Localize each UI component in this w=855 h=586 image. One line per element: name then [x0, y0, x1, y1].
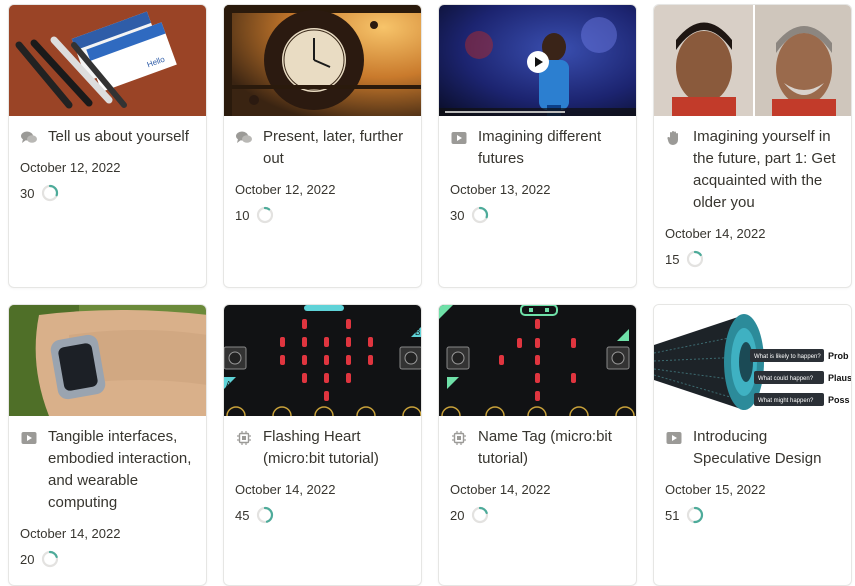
- gallery-card[interactable]: Name Tag (micro:bit tutorial) October 14…: [438, 304, 637, 586]
- progress-ring: [42, 184, 59, 202]
- gallery-card[interactable]: A B Flashing Heart (micro:bit tutorial) …: [223, 304, 422, 586]
- gallery-card[interactable]: Imagining yourself in the future, part 1…: [653, 4, 852, 288]
- card-cover-image: Hello: [9, 5, 206, 116]
- card-count: 30: [450, 207, 465, 223]
- led-light: [346, 319, 351, 329]
- progress-ring: [472, 206, 489, 224]
- card-date: October 14, 2022: [20, 526, 121, 541]
- raised-hand-icon: [665, 129, 683, 147]
- card-date: October 12, 2022: [235, 182, 336, 197]
- card-title: Tell us about yourself: [48, 128, 189, 145]
- cover-label-possible: Poss: [828, 395, 850, 405]
- card-title: Present, later, further out: [263, 128, 404, 167]
- card-title: Tangible interfaces, embodied interactio…: [48, 428, 192, 511]
- led-light: [302, 355, 307, 365]
- card-cover-image: [9, 305, 206, 416]
- card-date: October 14, 2022: [450, 482, 551, 497]
- led-light: [302, 373, 307, 383]
- led-light: [280, 337, 285, 347]
- gallery-card[interactable]: Imagining different futures October 13, …: [438, 4, 637, 288]
- card-title: Introducing Speculative Design: [693, 428, 822, 467]
- led-light: [346, 373, 351, 383]
- chat-bubbles-icon: [235, 129, 253, 147]
- progress-ring: [257, 506, 274, 524]
- card-count: 45: [235, 507, 250, 523]
- card-count: 15: [665, 251, 680, 267]
- led-light: [324, 391, 329, 401]
- video-play-icon: [20, 429, 38, 447]
- card-cover-image: [439, 305, 636, 416]
- cover-label-plausible: Plaus: [828, 373, 851, 383]
- led-light: [346, 337, 351, 347]
- card-date: October 12, 2022: [20, 160, 121, 175]
- card-date: October 14, 2022: [665, 226, 766, 241]
- card-date: October 15, 2022: [665, 482, 766, 497]
- cover-question-2: What could happen?: [758, 376, 814, 382]
- card-cover-image: What is likely to happen? Prob What coul…: [654, 305, 851, 416]
- gallery-card[interactable]: What is likely to happen? Prob What coul…: [653, 304, 852, 586]
- gallery-grid: Hello Tell us about yourself October 12,…: [8, 4, 852, 586]
- cover-label-probable: Prob: [828, 351, 849, 361]
- card-title: Flashing Heart (micro:bit tutorial): [263, 428, 379, 467]
- card-date: October 13, 2022: [450, 182, 551, 197]
- card-cover-image: [654, 5, 851, 116]
- card-title: Name Tag (micro:bit tutorial): [478, 428, 612, 467]
- progress-ring: [687, 506, 704, 524]
- chip-icon: [235, 429, 253, 447]
- progress-ring: [687, 250, 704, 268]
- led-light: [324, 355, 329, 365]
- video-play-icon: [450, 129, 468, 147]
- led-light: [280, 355, 285, 365]
- gallery-card[interactable]: Hello Tell us about yourself October 12,…: [8, 4, 207, 288]
- gallery-card[interactable]: Present, later, further out October 12, …: [223, 4, 422, 288]
- chat-bubbles-icon: [20, 129, 38, 147]
- card-count: 51: [665, 507, 680, 523]
- cover-label-a: A: [226, 380, 232, 389]
- progress-ring: [257, 206, 274, 224]
- led-light: [368, 337, 373, 347]
- card-title: Imagining yourself in the future, part 1…: [693, 128, 836, 211]
- led-light: [368, 355, 373, 365]
- card-count: 10: [235, 207, 250, 223]
- card-title: Imagining different futures: [478, 128, 602, 167]
- cover-question-1: What is likely to happen?: [754, 354, 821, 360]
- cover-label-b: B: [415, 328, 420, 337]
- card-date: October 14, 2022: [235, 482, 336, 497]
- led-light: [346, 355, 351, 365]
- card-count: 20: [450, 507, 465, 523]
- led-light: [324, 337, 329, 347]
- led-light: [324, 373, 329, 383]
- card-cover-image: A B: [224, 305, 421, 416]
- cover-question-3: What might happen?: [758, 398, 814, 404]
- led-light: [302, 337, 307, 347]
- gallery-card[interactable]: Tangible interfaces, embodied interactio…: [8, 304, 207, 586]
- chip-icon: [450, 429, 468, 447]
- card-count: 20: [20, 551, 35, 567]
- card-cover-image: [224, 5, 421, 116]
- progress-ring: [472, 506, 489, 524]
- led-light: [302, 319, 307, 329]
- video-play-icon: [665, 429, 683, 447]
- progress-ring: [42, 550, 59, 568]
- card-cover-image: [439, 5, 636, 116]
- card-count: 30: [20, 185, 35, 201]
